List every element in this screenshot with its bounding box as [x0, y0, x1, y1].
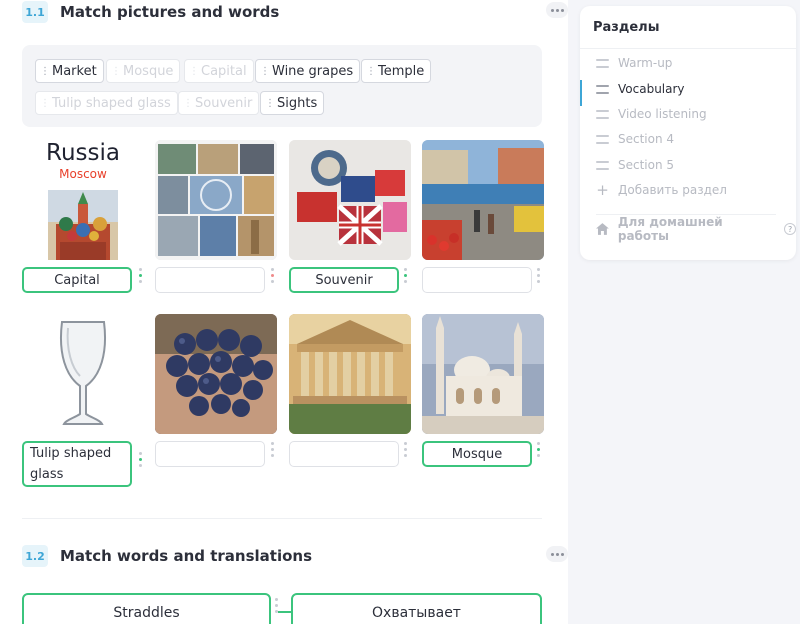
sidebar-item-label: Video listening	[618, 107, 707, 121]
match-handle-4[interactable]	[534, 268, 542, 292]
homework-section[interactable]: Для домашней работы ?	[596, 215, 797, 243]
drag-handle-icon: ⋮	[366, 65, 376, 77]
answer-box-5[interactable]: Tulip shaped glass	[22, 441, 132, 487]
word-chip-capital[interactable]: ⋮ Capital	[184, 59, 254, 83]
sidebar-title: Разделы	[593, 20, 660, 35]
answer-box-7[interactable]	[289, 441, 399, 467]
match-connector	[278, 611, 292, 613]
image-subtitle-moscow: Moscow	[59, 167, 107, 181]
word-chip-temple[interactable]: ⋮ Temple	[361, 59, 432, 83]
sidebar-item-section-5[interactable]: Section 5	[596, 156, 674, 174]
drag-handle-icon: ⋮	[189, 65, 199, 77]
active-indicator	[580, 80, 582, 106]
grapes-picture	[155, 314, 277, 434]
sidebar-item-warm-up[interactable]: Warm-up	[596, 54, 672, 72]
sidebar-divider	[580, 48, 796, 49]
sidebar-item-video-listening[interactable]: Video listening	[596, 105, 707, 123]
word-chip-mosque[interactable]: ⋮ Mosque	[106, 59, 181, 83]
drag-lines-icon	[596, 109, 609, 119]
exercise-title: Match pictures and words	[60, 3, 280, 21]
word-chip-label: Capital	[201, 63, 247, 79]
answer-box-1[interactable]: Capital	[22, 267, 132, 293]
exercise-title: Match words and translations	[60, 547, 313, 565]
temple-picture	[289, 314, 411, 434]
image-market	[422, 140, 544, 260]
sections-sidebar: Разделы Warm-up Vocabulary Video listeni…	[580, 6, 797, 260]
match-handle-6[interactable]	[268, 442, 276, 466]
plus-icon: +	[596, 180, 609, 199]
drag-handle-icon: ⋮	[40, 97, 50, 109]
match-handle-3[interactable]	[401, 268, 409, 292]
image-tulip-glass	[22, 314, 144, 434]
drag-lines-icon	[596, 134, 609, 144]
sidebar-item-vocabulary[interactable]: Vocabulary	[596, 80, 685, 98]
image-russia-capital: Russia Moscow	[22, 140, 144, 260]
answer-box-4[interactable]	[422, 267, 532, 293]
souvenirs-picture	[289, 140, 411, 260]
exercise-number: 1.1	[22, 1, 48, 23]
word-chip-label: Wine grapes	[272, 63, 354, 79]
match-word-card[interactable]: Straddles	[22, 593, 271, 624]
drag-lines-icon	[596, 160, 609, 170]
exercise-menu-button[interactable]	[546, 2, 568, 18]
match-handle-2[interactable]	[268, 268, 276, 292]
exercise-menu-button[interactable]	[546, 546, 568, 562]
word-chip-market[interactable]: ⋮ Market	[35, 59, 104, 83]
london-collage-picture	[155, 140, 277, 260]
image-mosque	[422, 314, 544, 434]
word-chip-tulip-shaped-glass[interactable]: ⋮ Tulip shaped glass	[35, 91, 178, 115]
tulip-glass-picture	[22, 314, 144, 434]
word-chip-label: Tulip shaped glass	[52, 95, 171, 111]
word-chip-souvenir[interactable]: ⋮ Souvenir	[178, 91, 260, 115]
image-grapes	[155, 314, 277, 434]
homework-label: Для домашней работы	[617, 215, 723, 243]
match-handle-1[interactable]	[136, 268, 144, 292]
drag-handle-icon: ⋮	[265, 97, 275, 109]
match-handle-7[interactable]	[401, 442, 409, 466]
word-chip-wine-grapes[interactable]: ⋮ Wine grapes	[255, 59, 361, 83]
mosque-picture	[422, 314, 544, 434]
drag-handle-icon: ⋮	[183, 97, 193, 109]
match-translation-card[interactable]: Охватывает	[291, 593, 542, 624]
match-handle-5[interactable]	[136, 452, 144, 476]
word-bank: ⋮ Market ⋮ Mosque ⋮ Capital ⋮ Wine grapes ⋮ T…	[22, 45, 542, 127]
word-chip-label: Mosque	[123, 63, 174, 79]
answer-box-8[interactable]: Mosque	[422, 441, 532, 467]
sidebar-item-label: Section 5	[618, 158, 675, 172]
exercise-header: 1.1 Match pictures and words	[22, 1, 279, 23]
add-section-button[interactable]: + Добавить раздел	[596, 181, 727, 199]
image-london-sights	[155, 140, 277, 260]
help-icon[interactable]: ?	[784, 223, 797, 235]
exercise-header: 1.2 Match words and translations	[22, 545, 312, 567]
match-handle-8[interactable]	[534, 442, 542, 466]
add-section-label: Добавить раздел	[618, 183, 727, 197]
image-souvenirs	[289, 140, 411, 260]
answer-box-3[interactable]: Souvenir	[289, 267, 399, 293]
exercise-area: 1.1 Match pictures and words ⋮ Market ⋮ Mo…	[0, 0, 568, 624]
answer-box-2[interactable]	[155, 267, 265, 293]
cathedral-picture	[48, 190, 118, 260]
sidebar-item-label: Warm-up	[618, 56, 673, 70]
exercise-number: 1.2	[22, 545, 48, 567]
image-temple	[289, 314, 411, 434]
sidebar-item-label: Vocabulary	[618, 82, 685, 96]
word-chip-label: Souvenir	[195, 95, 253, 111]
image-title-russia: Russia	[46, 140, 120, 166]
market-picture	[422, 140, 544, 260]
home-icon	[596, 223, 609, 235]
word-chip-label: Temple	[378, 63, 425, 79]
word-chip-label: Market	[52, 63, 97, 79]
drag-lines-icon	[596, 58, 609, 68]
sidebar-item-label: Section 4	[618, 132, 675, 146]
drag-lines-icon	[596, 84, 609, 94]
drag-handle-icon: ⋮	[111, 65, 121, 77]
drag-handle-icon: ⋮	[260, 65, 270, 77]
word-chip-label: Sights	[277, 95, 318, 111]
drag-handle-icon: ⋮	[40, 65, 50, 77]
section-divider	[22, 518, 542, 519]
match-handle-pair[interactable]	[272, 598, 280, 622]
sidebar-item-section-4[interactable]: Section 4	[596, 130, 674, 148]
word-chip-sights[interactable]: ⋮ Sights	[260, 91, 325, 115]
answer-box-6[interactable]	[155, 441, 265, 467]
